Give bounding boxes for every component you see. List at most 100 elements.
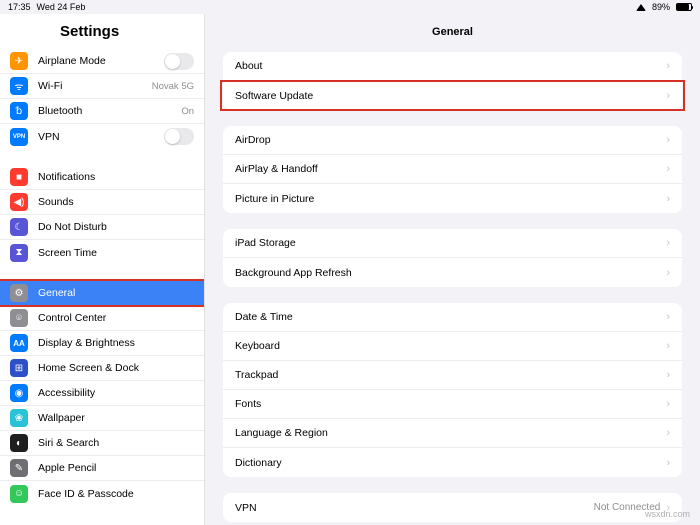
row-label: Language & Region [235, 427, 666, 439]
row-dictionary[interactable]: Dictionary› [223, 448, 682, 477]
sidebar-item-sounds[interactable]: ◀)Sounds [0, 190, 204, 215]
sidebar-item-label: Siri & Search [38, 437, 194, 449]
chevron-right-icon: › [666, 90, 670, 102]
chevron-right-icon: › [666, 193, 670, 205]
panel-title: General [223, 14, 682, 52]
row-about[interactable]: About› [223, 52, 682, 81]
flower-icon: ❀ [10, 409, 28, 427]
sidebar-item-label: Display & Brightness [38, 337, 194, 349]
sidebar-item-label: Do Not Disturb [38, 221, 194, 233]
chevron-right-icon: › [666, 427, 670, 439]
wifi-icon: ᯤ [10, 77, 28, 95]
sidebar-item-siri-search[interactable]: ◐ Siri & Search [0, 431, 204, 456]
sidebar-item-control-center[interactable]: ⌾ Control Center [0, 306, 204, 331]
row-keyboard[interactable]: Keyboard› [223, 332, 682, 361]
row-background-app-refresh[interactable]: Background App Refresh› [223, 258, 682, 287]
row-label: Picture in Picture [235, 193, 666, 205]
row-label: Fonts [235, 398, 666, 410]
row-label: Software Update [235, 90, 666, 102]
wifi-icon [636, 4, 646, 11]
sidebar-item-do-not-disturb[interactable]: ☾ Do Not Disturb [0, 215, 204, 240]
sidebar-item-label: VPN [38, 131, 164, 143]
chevron-right-icon: › [666, 60, 670, 72]
chevron-right-icon: › [666, 311, 670, 323]
row-label: About [235, 60, 666, 72]
toggle-switch[interactable] [164, 53, 194, 70]
sidebar-item-label: Wallpaper [38, 412, 194, 424]
hourglass-icon: ⧗ [10, 244, 28, 262]
bell-icon: ■ [10, 168, 28, 186]
sidebar-title: Settings [0, 14, 204, 48]
row-picture-in-picture[interactable]: Picture in Picture› [223, 184, 682, 213]
vpn-icon: VPN [10, 128, 28, 146]
bt-icon: ␢ [10, 102, 28, 120]
airplane-icon: ✈ [10, 52, 28, 70]
grid-icon: ⊞ [10, 359, 28, 377]
sidebar-item-screen-time[interactable]: ⧗ Screen Time [0, 240, 204, 265]
battery-icon [676, 3, 692, 11]
sidebar-item-bluetooth[interactable]: ␢ BluetoothOn [0, 99, 204, 124]
row-label: Date & Time [235, 311, 666, 323]
sidebar-item-airplane-mode[interactable]: ✈ Airplane Mode [0, 49, 204, 74]
general-panel: General About›Software Update›AirDrop›Ai… [205, 14, 700, 525]
row-airplay-handoff[interactable]: AirPlay & Handoff› [223, 155, 682, 184]
sidebar-item-label: Screen Time [38, 247, 194, 259]
row-label: AirDrop [235, 134, 666, 146]
sidebar-item-face-id-passcode[interactable]: ☺ Face ID & Passcode [0, 481, 204, 506]
sidebar-item-value: On [181, 106, 194, 117]
status-time: 17:35 [8, 2, 31, 12]
moon-icon: ☾ [10, 218, 28, 236]
faceid-icon: ☺ [10, 485, 28, 503]
sidebar-item-label: Bluetooth [38, 105, 181, 117]
sidebar-item-wi-fi[interactable]: ᯤ Wi-FiNovak 5G [0, 74, 204, 99]
sound-icon: ◀) [10, 193, 28, 211]
sidebar-item-label: Home Screen & Dock [38, 362, 194, 374]
sidebar-item-apple-pencil[interactable]: ✎ Apple Pencil [0, 456, 204, 481]
row-trackpad[interactable]: Trackpad› [223, 361, 682, 390]
row-fonts[interactable]: Fonts› [223, 390, 682, 419]
siri-icon: ◐ [10, 434, 28, 452]
row-software-update[interactable]: Software Update› [223, 81, 682, 110]
toggle-switch[interactable] [164, 128, 194, 145]
sidebar-item-notifications[interactable]: ■ Notifications [0, 165, 204, 190]
sliders-icon: ⌾ [10, 309, 28, 327]
sidebar-item-label: Notifications [38, 171, 194, 183]
chevron-right-icon: › [666, 457, 670, 469]
sidebar-item-accessibility[interactable]: ◉ Accessibility [0, 381, 204, 406]
sidebar-item-wallpaper[interactable]: ❀ Wallpaper [0, 406, 204, 431]
sidebar-item-display-brightness[interactable]: AA Display & Brightness [0, 331, 204, 356]
row-airdrop[interactable]: AirDrop› [223, 126, 682, 155]
person-icon: ◉ [10, 384, 28, 402]
settings-sidebar: Settings ✈ Airplane Mode ᯤ Wi-FiNovak 5G ␢ Bl… [0, 14, 205, 525]
row-label: iPad Storage [235, 237, 666, 249]
aa-icon: AA [10, 334, 28, 352]
sidebar-item-label: Apple Pencil [38, 462, 194, 474]
sidebar-item-general[interactable]: ⚙General [0, 281, 204, 306]
sidebar-item-vpn[interactable]: VPN VPN [0, 124, 204, 149]
row-date-time[interactable]: Date & Time› [223, 303, 682, 332]
row-vpn[interactable]: VPNNot Connected› [223, 493, 682, 522]
sidebar-item-value: Novak 5G [152, 81, 194, 92]
sidebar-item-label: Airplane Mode [38, 55, 164, 67]
row-label: VPN [235, 502, 594, 514]
status-bar: 17:35 Wed 24 Feb 89% [0, 0, 700, 14]
chevron-right-icon: › [666, 267, 670, 279]
sidebar-item-label: Control Center [38, 312, 194, 324]
sidebar-item-home-screen-dock[interactable]: ⊞ Home Screen & Dock [0, 356, 204, 381]
watermark: wsxdn.com [645, 509, 690, 519]
chevron-right-icon: › [666, 369, 670, 381]
sidebar-item-label: Accessibility [38, 387, 194, 399]
chevron-right-icon: › [666, 134, 670, 146]
row-label: AirPlay & Handoff [235, 163, 666, 175]
row-ipad-storage[interactable]: iPad Storage› [223, 229, 682, 258]
sidebar-item-label: Wi-Fi [38, 80, 152, 92]
sidebar-item-label: Face ID & Passcode [38, 488, 194, 500]
row-label: Dictionary [235, 457, 666, 469]
pencil-icon: ✎ [10, 459, 28, 477]
row-label: Keyboard [235, 340, 666, 352]
chevron-right-icon: › [666, 340, 670, 352]
chevron-right-icon: › [666, 398, 670, 410]
status-date: Wed 24 Feb [37, 2, 86, 12]
row-language-region[interactable]: Language & Region› [223, 419, 682, 448]
chevron-right-icon: › [666, 237, 670, 249]
